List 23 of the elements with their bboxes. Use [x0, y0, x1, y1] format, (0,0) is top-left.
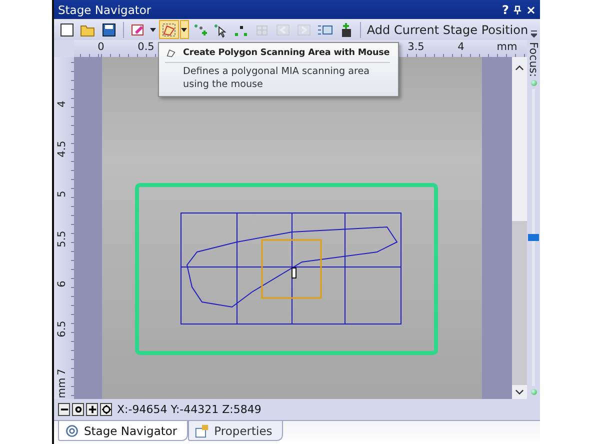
ruler-label: 0 [98, 41, 104, 53]
ruler-label: 3.5 [408, 41, 424, 53]
ruler-label: 6 [56, 280, 68, 288]
ruler-label: mm [496, 41, 518, 53]
ruler-label: 6.5 [56, 320, 68, 338]
panel-tab[interactable]: Stage Navigator [58, 421, 188, 441]
help-button[interactable]: ? [502, 2, 509, 16]
ruler-label: 4 [458, 41, 464, 53]
tooltip-title: Create Polygon Scanning Area with Mouse [183, 48, 390, 58]
stage-coordinates: X:-94654 Y:-44321 Z:5849 [117, 403, 262, 416]
ruler-label: 7 [56, 368, 68, 376]
focus-label: Focus: [527, 42, 540, 78]
ruler-label: 4 [56, 100, 68, 108]
ruler-label: 0.5 [138, 41, 154, 53]
ruler-label: 5 [56, 190, 68, 198]
ruler-label: mm [56, 378, 68, 398]
tooltip-description: Defines a polygonal MIA scanning area using the mouse [182, 66, 371, 92]
add-current-stage-position-button[interactable]: Add Current Stage Position [364, 22, 530, 36]
panel-tab[interactable]: Properties [188, 421, 284, 441]
window-title: Stage Navigator [58, 2, 152, 16]
close-button[interactable]: × [526, 2, 536, 16]
ruler-label: 4.5 [56, 140, 68, 158]
ruler-label: 5.5 [56, 230, 68, 248]
